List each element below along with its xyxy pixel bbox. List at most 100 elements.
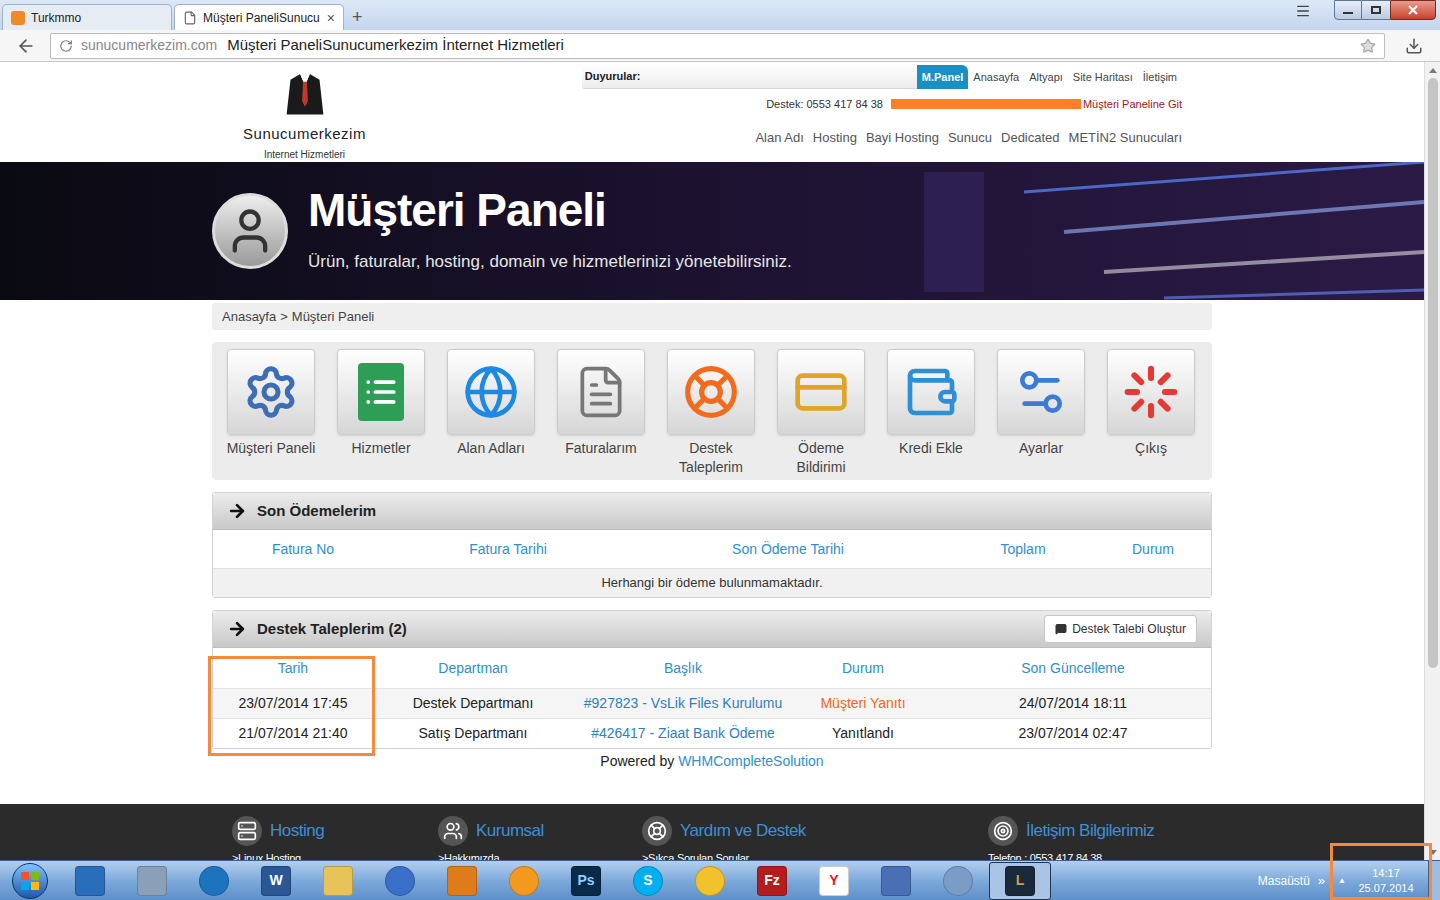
footer-title[interactable]: Hosting xyxy=(270,818,324,844)
taskbar-app[interactable]: W xyxy=(245,862,307,900)
column-header[interactable]: Başlık xyxy=(573,658,793,679)
footer-title[interactable]: Yardım ve Destek xyxy=(680,818,806,844)
panel-link[interactable]: Müşteri Paneline Git xyxy=(1083,96,1182,113)
taskbar-app[interactable]: Ps xyxy=(555,862,617,900)
column-header[interactable]: Toplam xyxy=(953,539,1093,560)
column-header[interactable]: Son Ödeme Tarihi xyxy=(623,539,953,560)
shortcut-tile xyxy=(667,349,755,435)
shortcut[interactable]: Alan Adları xyxy=(436,349,546,477)
close-button[interactable] xyxy=(1390,0,1436,20)
minimize-button[interactable] xyxy=(1334,0,1362,20)
tab-close[interactable]: × xyxy=(327,11,335,25)
maximize-button[interactable] xyxy=(1362,0,1390,20)
logo[interactable]: SunucumerkezimInternet Hizmetleri xyxy=(212,62,397,162)
create-ticket-button[interactable]: Destek Talebi Oluştur xyxy=(1044,615,1197,643)
taskbar-app[interactable] xyxy=(59,862,121,900)
taskbar-app[interactable] xyxy=(493,862,555,900)
breadcrumb-item[interactable]: Anasayfa xyxy=(222,307,276,327)
toolbar-chevron[interactable]: » xyxy=(1318,871,1325,891)
top-nav-item[interactable]: İletişim xyxy=(1138,65,1182,89)
menu-item[interactable]: Bayi Hosting xyxy=(866,128,939,148)
footer-title[interactable]: Kurumsal xyxy=(476,818,544,844)
scroll-down-icon[interactable] xyxy=(1429,844,1437,860)
show-desktop-button[interactable] xyxy=(1428,861,1440,900)
ticket-subject[interactable]: #927823 - VsLik Files Kurulumu xyxy=(573,693,793,714)
clock[interactable]: 14:1725.07.2014 xyxy=(1350,866,1422,896)
taskbar-app[interactable]: Y xyxy=(803,862,865,900)
browser-tab[interactable]: Müşteri PaneliSunucu× xyxy=(174,4,344,30)
menu-item[interactable]: Hosting xyxy=(813,128,857,148)
taskbar-app[interactable] xyxy=(183,862,245,900)
shortcut[interactable]: DestekTaleplerim xyxy=(656,349,766,477)
taskbar-app[interactable] xyxy=(307,862,369,900)
column-header[interactable]: Tarih xyxy=(213,658,373,679)
taskbar-app[interactable] xyxy=(679,862,741,900)
footer-link[interactable]: >Sıkça Sorulan Sorular xyxy=(642,850,988,860)
column-header[interactable]: Departman xyxy=(373,658,573,679)
payments-empty: Herhangi bir ödeme bulunmamaktadır. xyxy=(213,568,1211,597)
footer-title[interactable]: İletişim Bilgilerimiz xyxy=(1026,818,1154,844)
chrome-menu-button[interactable] xyxy=(1292,3,1314,19)
desktop-toolbar[interactable]: Masaüstü xyxy=(1258,872,1310,890)
tray-arrow[interactable]: ▲ xyxy=(1338,875,1346,887)
scrollbar[interactable] xyxy=(1424,62,1440,860)
url-field[interactable]: sunucumerkezim.comMüşteri PaneliSunucume… xyxy=(50,33,1385,59)
server-lights-icon xyxy=(904,162,1424,300)
top-nav-item[interactable]: Altyapı xyxy=(1024,65,1068,89)
back-icon[interactable] xyxy=(16,36,36,56)
taskbar-app[interactable] xyxy=(369,862,431,900)
column-header[interactable]: Fatura Tarihi xyxy=(393,539,623,560)
top-nav-item[interactable]: M.Panel xyxy=(917,65,969,89)
menu-item[interactable]: Dedicated xyxy=(1001,128,1060,148)
column-header[interactable]: Durum xyxy=(1093,539,1213,560)
ticket-department: Satış Departmanı xyxy=(373,723,573,744)
footer-link[interactable]: >Linux Hosting xyxy=(232,850,438,860)
taskbar-app[interactable]: S xyxy=(617,862,679,900)
scroll-up-icon[interactable] xyxy=(1429,62,1437,78)
shortcut-label: Hizmetler xyxy=(351,439,410,477)
taskbar-app[interactable] xyxy=(927,862,989,900)
download-icon[interactable] xyxy=(1405,37,1423,55)
header-right: Duyurular:M.PanelAnasayfaAltyapıSite Har… xyxy=(397,62,1212,162)
ticket-row[interactable]: 21/07/2014 21:40Satış Departmanı#426417 … xyxy=(213,718,1211,748)
menu-item[interactable]: Sunucu xyxy=(948,128,992,148)
menu-item[interactable]: METİN2 Sunucuları xyxy=(1069,128,1182,148)
column-header[interactable]: Durum xyxy=(793,658,933,679)
shortcut[interactable]: Hizmetler xyxy=(326,349,436,477)
taskbar-app[interactable]: L xyxy=(989,862,1051,900)
ticket-department: Destek Departmanı xyxy=(373,693,573,714)
powered-link[interactable]: WHMCompleteSolution xyxy=(678,753,824,769)
column-header[interactable]: Son Güncelleme xyxy=(933,658,1213,679)
column-header[interactable]: Fatura No xyxy=(213,539,393,560)
top-nav-item[interactable]: Site Haritası xyxy=(1068,65,1138,89)
shortcut[interactable]: Faturalarım xyxy=(546,349,656,477)
taskbar-app[interactable] xyxy=(431,862,493,900)
shortcut[interactable]: Çıkış xyxy=(1096,349,1206,477)
start-button[interactable] xyxy=(12,863,48,899)
new-tab-button[interactable]: + xyxy=(352,8,363,26)
breadcrumb-item[interactable]: Müşteri Paneli xyxy=(292,307,374,327)
shortcut-label: Alan Adları xyxy=(457,439,525,477)
shortcut[interactable]: Müşteri Paneli xyxy=(216,349,326,477)
ticket-subject[interactable]: #426417 - Ziaat Bank Ödeme xyxy=(573,723,793,744)
app-icon: Fz xyxy=(757,866,787,896)
taskbar-app[interactable] xyxy=(121,862,183,900)
shortcut[interactable]: Ayarlar xyxy=(986,349,1096,477)
reload-icon[interactable] xyxy=(59,39,73,53)
taskbar-app[interactable]: Fz xyxy=(741,862,803,900)
bookmark-star-icon[interactable] xyxy=(1360,38,1376,54)
footer-link[interactable]: Telefon : 0553 417 84 38 xyxy=(988,850,1212,860)
shortcut[interactable]: Kredi Ekle xyxy=(876,349,986,477)
app-icon xyxy=(695,866,725,896)
menu-item[interactable]: Alan Adı xyxy=(755,128,803,148)
app-icon xyxy=(323,866,353,896)
browser-tab[interactable]: Turkmmo xyxy=(2,4,172,30)
gear-icon xyxy=(243,364,299,420)
shortcut[interactable]: ÖdemeBildirimi xyxy=(766,349,876,477)
scroll-thumb[interactable] xyxy=(1428,78,1438,668)
server-icon xyxy=(237,821,257,841)
top-nav-item[interactable]: Anasayfa xyxy=(968,65,1024,89)
taskbar-app[interactable] xyxy=(865,862,927,900)
ticket-row[interactable]: 23/07/2014 17:45Destek Departmanı#927823… xyxy=(213,688,1211,718)
footer-link[interactable]: >Hakkımızda xyxy=(438,850,642,860)
